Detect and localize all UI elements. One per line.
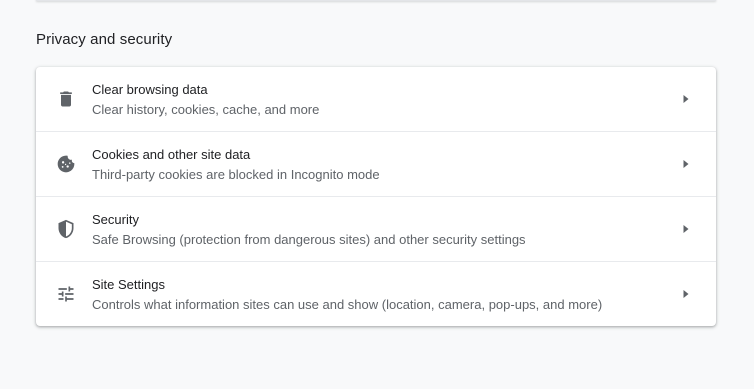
row-sublabel: Controls what information sites can use … xyxy=(92,297,603,312)
cookie-icon xyxy=(56,154,76,174)
row-label: Security xyxy=(92,212,139,227)
row-label: Clear browsing data xyxy=(92,82,208,97)
arrow-right-icon xyxy=(682,94,690,104)
row-label: Cookies and other site data xyxy=(92,147,251,162)
site-settings-row[interactable]: Site Settings Controls what information … xyxy=(36,261,716,326)
row-sublabel: Clear history, cookies, cache, and more xyxy=(92,102,320,117)
previous-section-card-edge xyxy=(36,0,716,1)
row-sublabel: Third-party cookies are blocked in Incog… xyxy=(92,167,380,182)
row-sublabel: Safe Browsing (protection from dangerous… xyxy=(92,232,526,247)
privacy-security-card: Clear browsing data Clear history, cooki… xyxy=(36,67,716,326)
security-row[interactable]: Security Safe Browsing (protection from … xyxy=(36,196,716,261)
shield-icon xyxy=(56,219,76,239)
section-title: Privacy and security xyxy=(36,31,173,48)
tune-icon xyxy=(56,284,76,304)
trash-icon xyxy=(56,89,76,109)
arrow-right-icon xyxy=(682,224,690,234)
cookies-site-data-row[interactable]: Cookies and other site data Third-party … xyxy=(36,131,716,196)
arrow-right-icon xyxy=(682,289,690,299)
arrow-right-icon xyxy=(682,159,690,169)
row-label: Site Settings xyxy=(92,277,165,292)
clear-browsing-data-row[interactable]: Clear browsing data Clear history, cooki… xyxy=(36,67,716,131)
